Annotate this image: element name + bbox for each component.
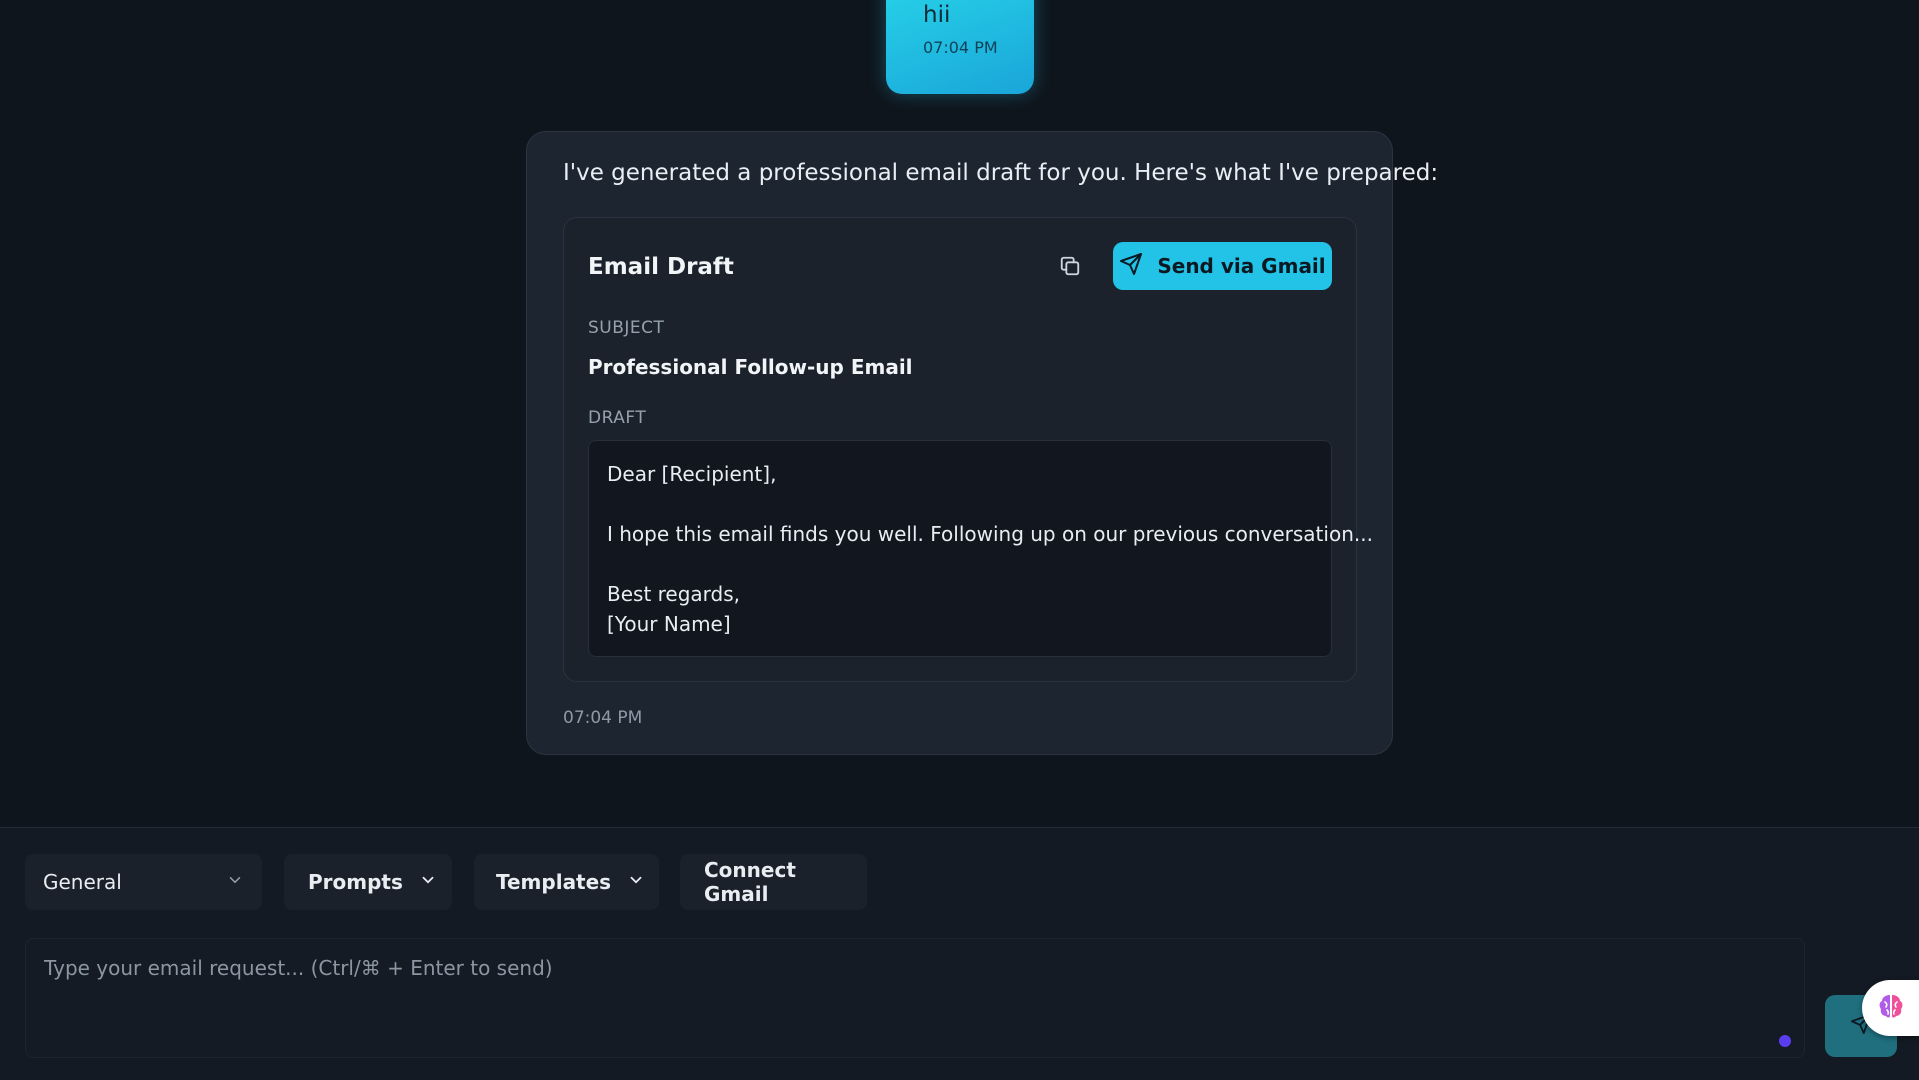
chevron-down-icon	[419, 870, 437, 894]
user-message-time: 07:04 PM	[923, 38, 998, 57]
copy-button[interactable]	[1056, 254, 1084, 282]
send-via-gmail-button[interactable]: Send via Gmail	[1113, 242, 1332, 290]
draft-body-line: Best regards,	[607, 582, 741, 606]
assistant-message-time: 07:04 PM	[563, 708, 643, 728]
email-draft-title: Email Draft	[588, 254, 734, 280]
assistant-intro-text: I've generated a professional email draf…	[563, 160, 1439, 186]
category-select[interactable]: General	[25, 854, 262, 910]
connect-gmail-button[interactable]: Connect Gmail	[680, 854, 867, 910]
subject-label: SUBJECT	[588, 318, 665, 338]
category-select-value: General	[43, 870, 122, 894]
copy-icon	[1059, 255, 1081, 281]
draft-body-line: [Your Name]	[607, 612, 731, 636]
subject-value: Professional Follow-up Email	[588, 355, 913, 379]
composer-input-area[interactable]	[25, 938, 1805, 1058]
user-message-bubble: hii 07:04 PM	[886, 0, 1034, 94]
send-via-gmail-label: Send via Gmail	[1157, 254, 1326, 278]
composer-bar: General Prompts Templates Connect Gmail	[0, 827, 1919, 1080]
draft-body-line: Dear [Recipient],	[607, 462, 777, 486]
templates-dropdown[interactable]: Templates	[474, 854, 659, 910]
chevron-down-icon	[226, 870, 244, 894]
draft-body: Dear [Recipient], I hope this email find…	[588, 440, 1373, 657]
email-request-input[interactable]	[42, 947, 1246, 989]
paper-plane-icon	[1119, 252, 1143, 281]
draft-body-line	[607, 489, 1313, 519]
status-indicator	[1779, 1035, 1791, 1047]
chat-area: hii 07:04 PM I've generated a profession…	[0, 0, 1919, 827]
connect-gmail-label: Connect Gmail	[704, 858, 796, 906]
chevron-down-icon	[627, 870, 645, 894]
draft-body-line	[607, 549, 1313, 579]
templates-label: Templates	[496, 870, 612, 894]
prompts-dropdown[interactable]: Prompts	[284, 854, 452, 910]
draft-body-line: I hope this email finds you well. Follow…	[607, 522, 1373, 546]
assistant-message-card: I've generated a professional email draf…	[526, 131, 1438, 755]
brain-icon	[1876, 991, 1906, 1025]
assistant-badge[interactable]	[1862, 980, 1919, 1036]
user-message-text: hii	[923, 2, 951, 28]
draft-label: DRAFT	[588, 408, 647, 428]
email-draft-card: Email Draft Send via Gmail SUBJECT Profe…	[563, 217, 1373, 682]
prompts-label: Prompts	[308, 870, 403, 894]
